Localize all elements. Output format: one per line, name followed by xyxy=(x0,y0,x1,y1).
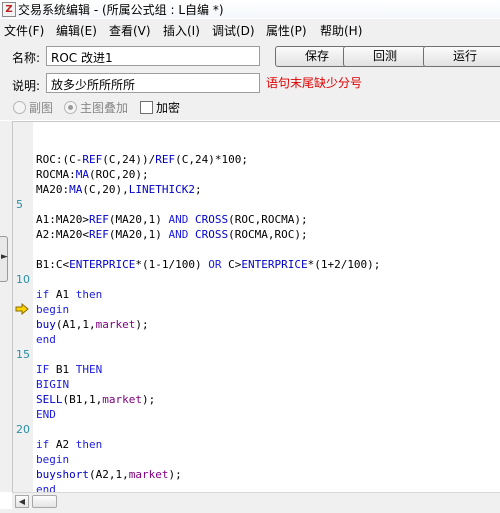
code-line[interactable]: MA20:MA(C,20),LINETHICK2; xyxy=(13,182,500,197)
code-line[interactable]: begin xyxy=(13,452,500,467)
code-line[interactable]: IF B1 THEN xyxy=(13,362,500,377)
main-overlay-radio[interactable] xyxy=(64,101,77,114)
code-line[interactable]: begin xyxy=(13,302,500,317)
main-overlay-label: 主图叠加 xyxy=(80,101,129,115)
line-number: 10 xyxy=(16,273,30,286)
code-text: if A2 then xyxy=(36,438,103,451)
name-label: 名称: xyxy=(12,51,41,65)
code-text: B1:C<ENTERPRICE*(1-1/100) OR C>ENTERPRIC… xyxy=(36,258,381,271)
backtest-button[interactable]: 回测 xyxy=(343,46,427,67)
code-line[interactable]: A1:MA20>REF(MA20,1) AND CROSS(ROC,ROCMA)… xyxy=(13,212,500,227)
collapse-arrow-icon: ► xyxy=(1,252,8,262)
code-text: END xyxy=(36,408,56,421)
code-line[interactable]: BIGIN xyxy=(13,377,500,392)
title-bar: Z 交易系统编辑 - (所属公式组 : L自编 *) xyxy=(0,0,500,18)
code-text: BIGIN xyxy=(36,378,70,391)
menu-view[interactable]: 查看(V) xyxy=(109,22,151,39)
code-lines: ROC:(C-REF(C,24))/REF(C,24)*100; ROCMA:MA… xyxy=(13,137,500,493)
code-line[interactable]: A2:MA20<REF(MA20,1) AND CROSS(ROCMA,ROC)… xyxy=(13,227,500,242)
error-message: 语句末尾缺少分号 xyxy=(266,76,363,90)
code-text: buy(A1,1,market); xyxy=(36,318,149,331)
menu-bar: 文件(F) 编辑(E) 查看(V) 插入(I) 调试(D) 属性(P) 帮助(H… xyxy=(0,19,500,41)
horizontal-scrollbar[interactable]: ◀ xyxy=(12,492,500,510)
code-line[interactable]: buy(A1,1,market); xyxy=(13,317,500,332)
description-input[interactable]: 放多少所所所所 xyxy=(46,73,260,93)
encrypt-checkbox[interactable] xyxy=(140,101,153,114)
code-line[interactable]: END xyxy=(13,407,500,422)
left-splitter-strip xyxy=(0,121,12,492)
code-editor[interactable]: ROC:(C-REF(C,24))/REF(C,24)*100; ROCMA:MA… xyxy=(12,121,500,493)
code-line[interactable]: ROCMA:MA(ROC,20); xyxy=(13,167,500,182)
menu-edit[interactable]: 编辑(E) xyxy=(56,22,97,39)
code-line[interactable]: 10 xyxy=(13,272,500,287)
menu-properties[interactable]: 属性(P) xyxy=(266,22,307,39)
subchart-option: 副图 xyxy=(13,99,53,116)
scroll-left-icon[interactable]: ◀ xyxy=(15,495,29,508)
code-text: SELL(B1,1,market); xyxy=(36,393,156,406)
panel-collapse-handle[interactable]: ► xyxy=(0,236,8,282)
menu-help[interactable]: 帮助(H) xyxy=(320,22,362,39)
code-text: MA20:MA(C,20),LINETHICK2; xyxy=(36,183,202,196)
code-line[interactable] xyxy=(13,137,500,152)
description-label: 说明: xyxy=(12,79,41,93)
code-text: begin xyxy=(36,453,70,466)
code-line[interactable]: if A2 then xyxy=(13,437,500,452)
code-line[interactable]: B1:C<ENTERPRICE*(1-1/100) OR C>ENTERPRIC… xyxy=(13,257,500,272)
menu-insert[interactable]: 插入(I) xyxy=(163,22,200,39)
code-line[interactable]: 5 xyxy=(13,197,500,212)
window-title: 交易系统编辑 - (所属公式组 : L自编 *) xyxy=(18,3,224,17)
code-text: A1:MA20>REF(MA20,1) AND CROSS(ROC,ROCMA)… xyxy=(36,213,308,226)
line-number: 15 xyxy=(16,348,30,361)
subchart-radio[interactable] xyxy=(13,101,26,114)
code-text: ROC:(C-REF(C,24))/REF(C,24)*100; xyxy=(36,153,248,166)
menu-debug[interactable]: 调试(D) xyxy=(212,22,255,39)
bottom-edge xyxy=(0,509,500,513)
app-icon: Z xyxy=(2,2,16,17)
encrypt-label: 加密 xyxy=(156,101,181,115)
code-line[interactable]: ROC:(C-REF(C,24))/REF(C,24)*100; xyxy=(13,152,500,167)
code-text: buyshort(A2,1,market); xyxy=(36,468,182,481)
code-text: ROCMA:MA(ROC,20); xyxy=(36,168,149,181)
code-text: IF B1 THEN xyxy=(36,363,103,376)
code-line[interactable]: 15 xyxy=(13,347,500,362)
line-number: 20 xyxy=(16,423,30,436)
encrypt-option: 加密 xyxy=(140,99,180,116)
current-line-arrow-icon xyxy=(15,303,29,315)
code-line[interactable] xyxy=(13,242,500,257)
code-text: if A1 then xyxy=(36,288,103,301)
name-input[interactable]: ROC 改进1 xyxy=(46,46,260,66)
line-number: 5 xyxy=(16,198,23,211)
code-line[interactable]: end xyxy=(13,332,500,347)
run-button[interactable]: 运行 xyxy=(423,46,500,67)
code-line[interactable]: buyshort(A2,1,market); xyxy=(13,467,500,482)
scrollbar-thumb[interactable] xyxy=(32,495,57,508)
code-line[interactable]: if A1 then xyxy=(13,287,500,302)
code-line[interactable]: SELL(B1,1,market); xyxy=(13,392,500,407)
code-text: end xyxy=(36,333,56,346)
main-overlay-option: 主图叠加 xyxy=(64,99,128,116)
code-line[interactable]: 20 xyxy=(13,422,500,437)
subchart-label: 副图 xyxy=(29,101,54,115)
code-text: begin xyxy=(36,303,70,316)
code-text: A2:MA20<REF(MA20,1) AND CROSS(ROCMA,ROC)… xyxy=(36,228,308,241)
menu-file[interactable]: 文件(F) xyxy=(4,22,44,39)
